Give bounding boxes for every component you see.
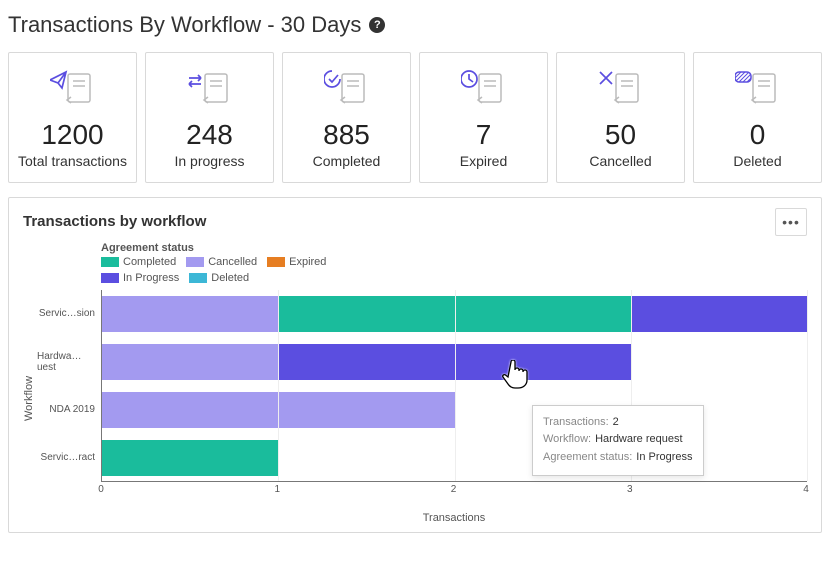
legend-item[interactable]: Expired — [267, 256, 326, 268]
card-value: 50 — [563, 119, 678, 151]
x-tick: 3 — [627, 484, 633, 495]
y-tick: Servic…ract — [37, 434, 101, 482]
bar-segment[interactable] — [102, 440, 278, 476]
card-cancelled[interactable]: 50 Cancelled — [556, 52, 685, 183]
legend-item[interactable]: Cancelled — [186, 256, 257, 268]
in-progress-icon — [152, 67, 267, 111]
card-value: 885 — [289, 119, 404, 151]
expired-icon — [426, 67, 541, 111]
cancelled-icon — [563, 67, 678, 111]
plot-area[interactable]: Transactions:2 Workflow:Hardware request… — [101, 290, 807, 482]
chart: Workflow Servic…sion Hardwa…uest NDA 201… — [23, 290, 807, 482]
card-label: Total transactions — [15, 153, 130, 170]
y-ticks: Servic…sion Hardwa…uest NDA 2019 Servic…… — [37, 290, 101, 482]
page-title-text: Transactions By Workflow - 30 Days — [8, 12, 361, 38]
card-value: 0 — [700, 119, 815, 151]
legend-item[interactable]: Deleted — [189, 272, 249, 284]
card-label: Expired — [426, 153, 541, 170]
card-value: 7 — [426, 119, 541, 151]
more-button[interactable]: ••• — [775, 208, 807, 236]
send-icon — [15, 67, 130, 111]
deleted-icon — [700, 67, 815, 111]
bar-segment[interactable] — [102, 296, 278, 332]
swatch-icon — [267, 257, 285, 267]
legend-item[interactable]: Completed — [101, 256, 176, 268]
swatch-icon — [101, 257, 119, 267]
card-expired[interactable]: 7 Expired — [419, 52, 548, 183]
card-label: Completed — [289, 153, 404, 170]
help-icon[interactable]: ? — [369, 17, 385, 33]
card-in-progress[interactable]: 248 In progress — [145, 52, 274, 183]
swatch-icon — [101, 273, 119, 283]
card-total[interactable]: 1200 Total transactions — [8, 52, 137, 183]
x-ticks: 0 1 2 3 4 — [101, 482, 807, 496]
bar-segment[interactable] — [102, 344, 278, 380]
y-tick: Servic…sion — [37, 290, 101, 338]
tooltip: Transactions:2 Workflow:Hardware request… — [532, 405, 704, 476]
chart-panel: Transactions by workflow ••• Agreement s… — [8, 197, 822, 533]
swatch-icon — [186, 257, 204, 267]
bar-segment[interactable] — [631, 296, 807, 332]
page-title: Transactions By Workflow - 30 Days ? — [8, 12, 822, 38]
card-completed[interactable]: 885 Completed — [282, 52, 411, 183]
completed-icon — [289, 67, 404, 111]
swatch-icon — [189, 273, 207, 283]
panel-title: Transactions by workflow — [23, 213, 206, 230]
x-tick: 4 — [803, 484, 809, 495]
x-axis-label: Transactions — [101, 512, 807, 524]
legend-title: Agreement status — [101, 242, 807, 254]
legend-item[interactable]: In Progress — [101, 272, 179, 284]
card-deleted[interactable]: 0 Deleted — [693, 52, 822, 183]
summary-cards: 1200 Total transactions 248 In progress — [8, 52, 822, 183]
y-tick: NDA 2019 — [37, 386, 101, 434]
x-tick: 1 — [274, 484, 280, 495]
x-tick: 2 — [451, 484, 457, 495]
y-tick: Hardwa…uest — [37, 338, 101, 386]
y-axis-label: Workflow — [23, 290, 37, 482]
card-label: Deleted — [700, 153, 815, 170]
legend: Agreement status Completed Cancelled Exp… — [101, 242, 807, 284]
card-value: 248 — [152, 119, 267, 151]
card-label: Cancelled — [563, 153, 678, 170]
x-tick: 0 — [98, 484, 104, 495]
card-value: 1200 — [15, 119, 130, 151]
card-label: In progress — [152, 153, 267, 170]
